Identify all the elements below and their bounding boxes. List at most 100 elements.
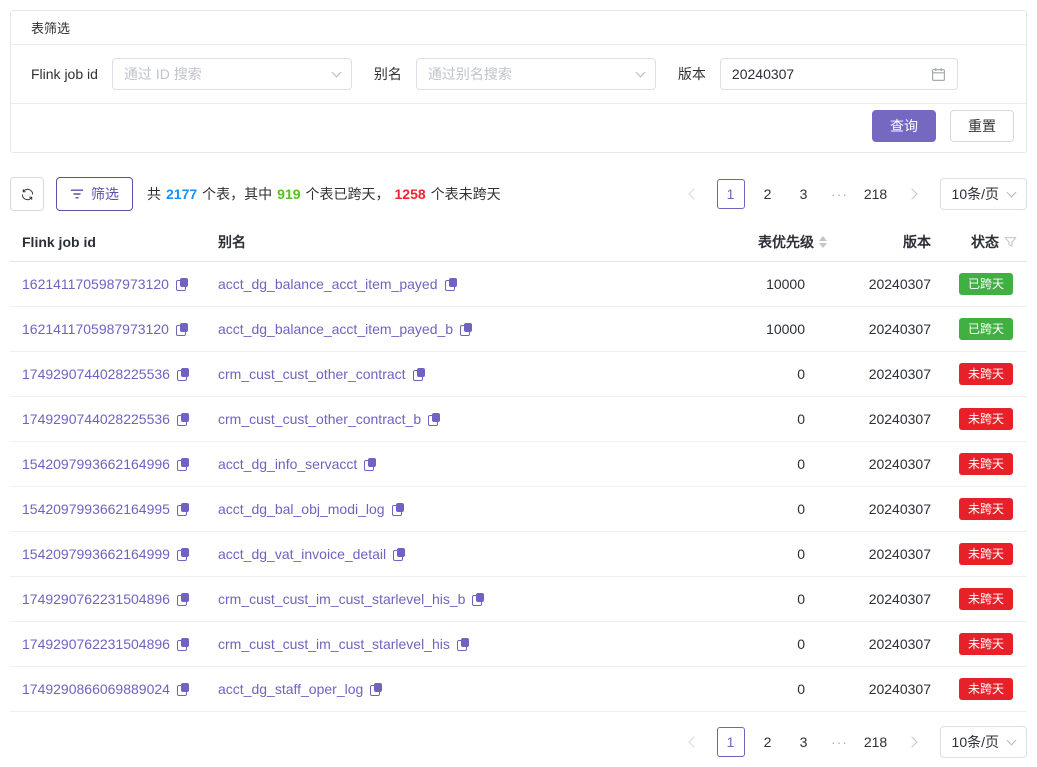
copy-icon[interactable] [177, 458, 189, 471]
page-button-3[interactable]: 3 [791, 727, 817, 757]
alias-link[interactable]: crm_cust_cust_im_cust_starlevel_his_b [218, 591, 465, 607]
calendar-icon [931, 67, 946, 82]
refresh-button[interactable] [10, 177, 44, 211]
sort-icon[interactable] [819, 236, 827, 248]
summary-text: 个表未跨天 [431, 184, 501, 204]
priority-value: 0 [685, 636, 835, 652]
chevron-right-icon [906, 188, 917, 199]
copy-icon[interactable] [177, 593, 189, 606]
copy-icon[interactable] [364, 458, 376, 471]
priority-value: 0 [685, 681, 835, 697]
status-badge: 未跨天 [959, 408, 1013, 430]
reset-button[interactable]: 重置 [950, 110, 1014, 142]
job-id-link[interactable]: 1542097993662164995 [22, 501, 170, 517]
status-badge: 已跨天 [959, 318, 1013, 340]
copy-icon[interactable] [445, 278, 457, 291]
job-id-link[interactable]: 1749290762231504896 [22, 636, 170, 652]
page-button-2[interactable]: 2 [755, 179, 781, 209]
caret-down-icon [819, 243, 827, 248]
page-size-select[interactable]: 10条/页 [940, 726, 1027, 758]
page-button-1[interactable]: 1 [717, 179, 745, 209]
page-button-last[interactable]: 218 [863, 727, 889, 757]
table-row: 1542097993662164999 acct_dg_vat_invoice_… [10, 532, 1027, 577]
search-button[interactable]: 查询 [872, 110, 936, 142]
job-id-link[interactable]: 1749290762231504896 [22, 591, 170, 607]
summary-uncrossed-count: 1258 [395, 186, 426, 202]
copy-icon[interactable] [370, 683, 382, 696]
alias-link[interactable]: acct_dg_balance_acct_item_payed_b [218, 321, 453, 337]
page-button-last[interactable]: 218 [863, 179, 889, 209]
page: 表筛选 Flink job id 通过 ID 搜索 别名 通过别名搜索 版本 2… [0, 0, 1037, 758]
filter-card-title: 表筛选 [31, 18, 70, 37]
copy-icon[interactable] [177, 503, 189, 516]
priority-value: 0 [685, 546, 835, 562]
caret-up-icon [819, 236, 827, 241]
prev-page-button[interactable] [681, 179, 707, 209]
column-header-priority-label: 表优先级 [758, 232, 814, 252]
alias-select[interactable]: 通过别名搜索 [416, 58, 656, 90]
job-id-link[interactable]: 1542097993662164996 [22, 456, 170, 472]
column-header-priority[interactable]: 表优先级 [685, 232, 835, 252]
copy-icon[interactable] [392, 503, 404, 516]
copy-icon[interactable] [472, 593, 484, 606]
chevron-down-icon [331, 67, 341, 77]
copy-icon[interactable] [177, 413, 189, 426]
prev-page-button[interactable] [681, 727, 707, 757]
alias-link[interactable]: crm_cust_cust_other_contract_b [218, 411, 421, 427]
job-id-select-placeholder: 通过 ID 搜索 [124, 64, 202, 84]
alias-link[interactable]: acct_dg_balance_acct_item_payed [218, 276, 438, 292]
alias-field-label: 别名 [374, 64, 402, 84]
alias-link[interactable]: acct_dg_vat_invoice_detail [218, 546, 386, 562]
chevron-down-icon [1007, 187, 1017, 197]
version-value: 20240307 [835, 321, 931, 337]
job-id-select[interactable]: 通过 ID 搜索 [112, 58, 352, 90]
page-ellipsis[interactable]: ··· [827, 727, 853, 757]
job-id-link[interactable]: 1621411705987973120 [22, 321, 169, 337]
status-badge: 未跨天 [959, 543, 1013, 565]
pagination-bottom-wrap: 1 2 3 ··· 218 10条/页 [10, 726, 1027, 758]
copy-icon[interactable] [177, 368, 189, 381]
job-id-link[interactable]: 1621411705987973120 [22, 276, 169, 292]
page-button-2[interactable]: 2 [755, 727, 781, 757]
table-row: 1749290744028225536 crm_cust_cust_other_… [10, 397, 1027, 442]
job-id-link[interactable]: 1749290744028225536 [22, 366, 170, 382]
version-value: 20240307 [835, 681, 931, 697]
version-value: 20240307 [835, 456, 931, 472]
copy-icon[interactable] [176, 323, 188, 336]
copy-icon[interactable] [393, 548, 405, 561]
copy-icon[interactable] [176, 278, 188, 291]
copy-icon[interactable] [177, 638, 189, 651]
status-badge: 未跨天 [959, 633, 1013, 655]
page-ellipsis[interactable]: ··· [827, 179, 853, 209]
alias-link[interactable]: crm_cust_cust_other_contract [218, 366, 406, 382]
copy-icon[interactable] [428, 413, 440, 426]
alias-link[interactable]: acct_dg_info_servacct [218, 456, 357, 472]
page-button-1[interactable]: 1 [717, 727, 745, 757]
column-filter-icon[interactable] [1004, 236, 1017, 249]
copy-icon[interactable] [460, 323, 472, 336]
copy-icon[interactable] [177, 548, 189, 561]
version-date-input[interactable]: 20240307 [720, 58, 958, 90]
job-id-link[interactable]: 1749290744028225536 [22, 411, 170, 427]
copy-icon[interactable] [457, 638, 469, 651]
job-id-link[interactable]: 1542097993662164999 [22, 546, 170, 562]
job-id-link[interactable]: 1749290866069889024 [22, 681, 170, 697]
page-button-3[interactable]: 3 [791, 179, 817, 209]
table-row: 1749290762231504896 crm_cust_cust_im_cus… [10, 622, 1027, 667]
chevron-left-icon [688, 736, 699, 747]
alias-link[interactable]: acct_dg_staff_oper_log [218, 681, 363, 697]
filter-panel-button[interactable]: 筛选 [56, 177, 133, 211]
page-size-select[interactable]: 10条/页 [940, 178, 1027, 210]
column-header-version: 版本 [835, 232, 931, 252]
next-page-button[interactable] [899, 179, 925, 209]
next-page-button[interactable] [899, 727, 925, 757]
tables-table: Flink job id 别名 表优先级 版本 状态 1621411705987… [10, 223, 1027, 712]
copy-icon[interactable] [177, 683, 189, 696]
alias-link[interactable]: acct_dg_bal_obj_modi_log [218, 501, 385, 517]
alias-link[interactable]: crm_cust_cust_im_cust_starlevel_his [218, 636, 450, 652]
status-badge: 未跨天 [959, 453, 1013, 475]
job-id-field-label: Flink job id [31, 66, 98, 82]
version-value: 20240307 [835, 591, 931, 607]
page-size-value: 10条/页 [952, 732, 999, 752]
copy-icon[interactable] [413, 368, 425, 381]
